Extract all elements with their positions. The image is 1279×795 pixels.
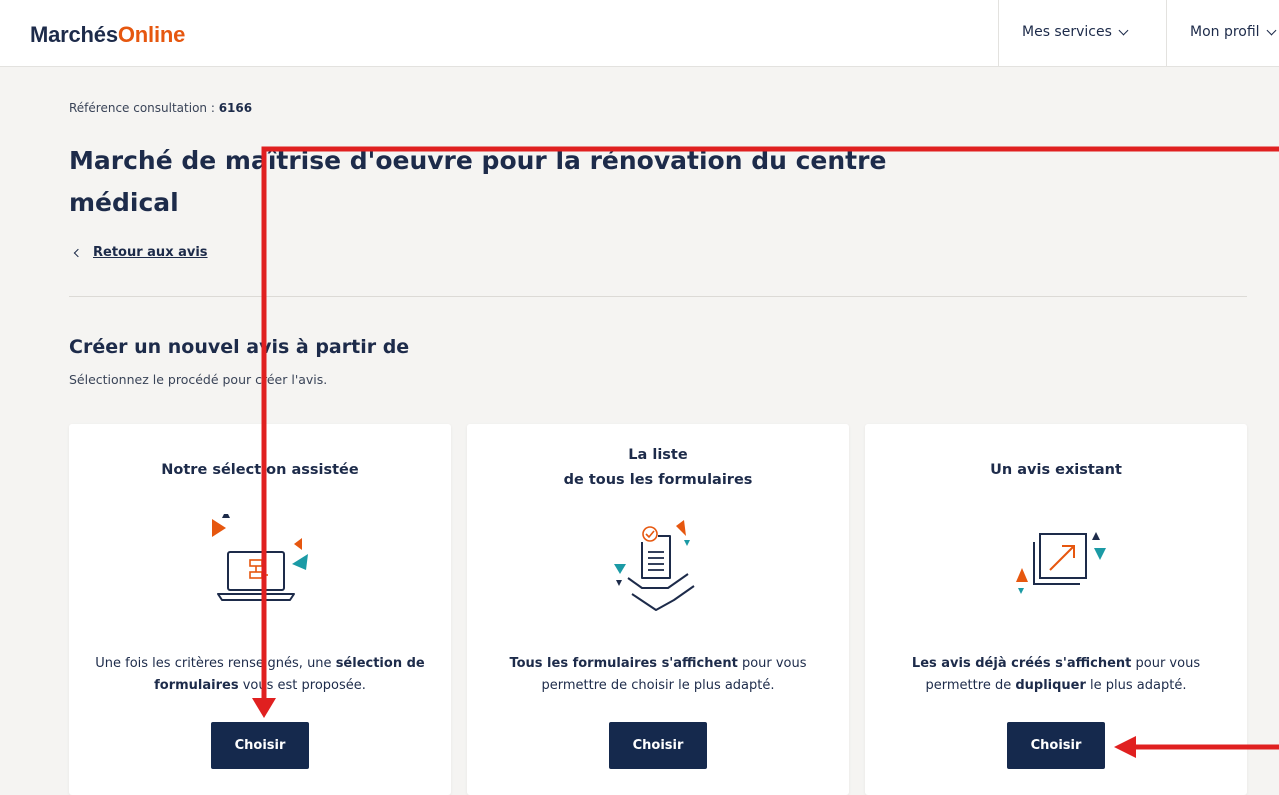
section-divider — [69, 296, 1247, 297]
card-description: Une fois les critères renseignés, une sé… — [83, 653, 437, 697]
card-title-line: de tous les formulaires — [563, 472, 753, 488]
card-description: Tous les formulaires s'affichent pour vo… — [481, 653, 835, 697]
desc-text: vous est proposée. — [238, 678, 366, 693]
card-title-line: Notre sélection assistée — [161, 462, 359, 478]
logo-text-part2: Online — [117, 22, 186, 47]
card-description: Les avis déjà créés s'affichent pour vou… — [879, 653, 1233, 697]
document-hand-icon — [614, 520, 695, 611]
back-link-label: Retour aux avis — [93, 245, 208, 260]
back-to-notices-link[interactable]: Retour aux avis — [73, 245, 208, 260]
chevron-down-icon — [1266, 25, 1277, 35]
section-title: Créer un nouvel avis à partir de — [69, 336, 410, 358]
page-title: Marché de maîtrise d'oeuvre pour la réno… — [69, 146, 887, 217]
card-title: Un avis existant — [865, 458, 1247, 483]
reference-label: Référence consultation : — [69, 101, 219, 115]
nav-mes-services[interactable]: Mes services — [1022, 24, 1129, 40]
choose-assisted-selection-button[interactable]: Choisir — [211, 722, 309, 769]
desc-text: Une fois les critères renseignés, une — [95, 656, 336, 671]
card-title-line: Un avis existant — [990, 462, 1122, 478]
duplicate-icon — [1016, 532, 1106, 594]
card-title: Notre sélection assistée — [69, 458, 451, 483]
laptop-icon — [212, 514, 308, 601]
top-navigation-bar: MarchésOnline Mes services Mon profil — [0, 0, 1279, 67]
consultation-reference: Référence consultation : 6166 — [69, 101, 252, 115]
logo-text-part1: Marchés — [30, 22, 118, 47]
desc-text: le plus adapté. — [1085, 678, 1187, 693]
section-subtitle: Sélectionnez le procédé pour créer l'avi… — [69, 372, 328, 387]
card-assisted-selection: Notre sélection assistée Une fois les cr… — [69, 424, 451, 795]
nav-mon-profil[interactable]: Mon profil — [1190, 24, 1277, 40]
desc-bold-text: dupliquer — [1015, 678, 1086, 693]
nav-mes-services-label: Mes services — [1022, 24, 1112, 40]
card-title: La liste de tous les formulaires — [467, 443, 849, 493]
chevron-down-icon — [1118, 25, 1129, 35]
card-title-line: La liste — [628, 447, 688, 463]
nav-separator — [1166, 0, 1167, 67]
choose-all-forms-button[interactable]: Choisir — [609, 722, 707, 769]
nav-mon-profil-label: Mon profil — [1190, 24, 1260, 40]
card-all-forms: La liste de tous les formulaires Tous le… — [467, 424, 849, 795]
desc-bold-text: Tous les formulaires s'affichent — [509, 656, 738, 671]
nav-separator — [998, 0, 999, 67]
marchesonline-logo[interactable]: MarchésOnline — [30, 22, 185, 48]
choose-existing-notice-button[interactable]: Choisir — [1007, 722, 1105, 769]
desc-bold-text: Les avis déjà créés s'affichent — [911, 656, 1132, 671]
reference-value: 6166 — [218, 101, 253, 115]
chevron-left-icon — [73, 248, 83, 257]
card-existing-notice: Un avis existant Les avis déjà créés s'a… — [865, 424, 1247, 795]
